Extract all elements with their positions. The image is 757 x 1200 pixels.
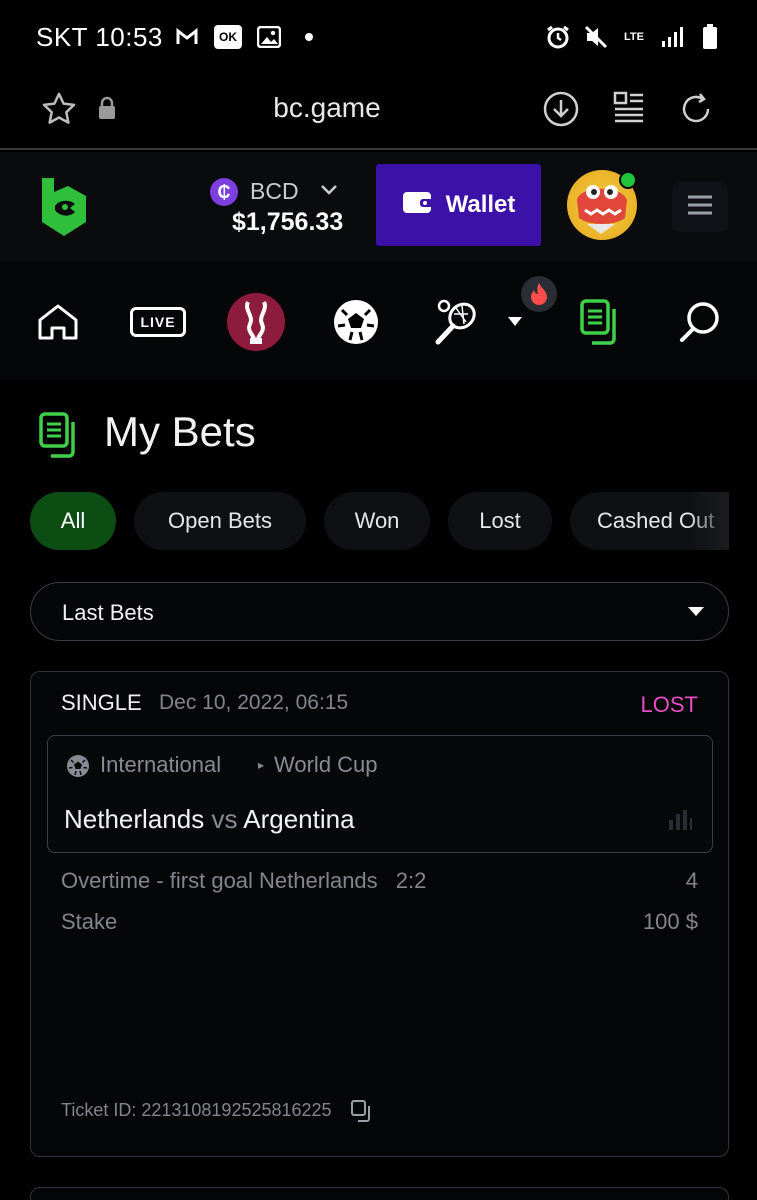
wallet-label: Wallet bbox=[445, 191, 516, 218]
competition-name: World Cup bbox=[274, 752, 378, 777]
live-icon[interactable]: LIVE bbox=[128, 292, 188, 352]
download-icon[interactable] bbox=[542, 90, 582, 130]
tabs-fade bbox=[689, 492, 729, 550]
selection-score: 2:2 bbox=[395, 868, 427, 893]
gallery-icon bbox=[256, 24, 282, 50]
currency-name: BCD bbox=[250, 178, 299, 204]
vs-label: vs bbox=[211, 804, 238, 834]
signal-icon bbox=[659, 24, 685, 50]
home-icon[interactable] bbox=[28, 292, 88, 352]
status-time: SKT 10:53 bbox=[36, 22, 163, 52]
bets-period-select[interactable]: Last Bets bbox=[30, 582, 729, 641]
gmail-icon bbox=[174, 24, 200, 50]
stake-label: Stake bbox=[61, 909, 118, 934]
bet-card[interactable]: SINGLE Dec 10, 2022, 06:15 LOST Internat… bbox=[30, 671, 729, 1157]
my-bets-title-icon bbox=[36, 410, 82, 460]
select-value: Last Bets bbox=[62, 600, 154, 625]
reload-icon[interactable] bbox=[678, 90, 718, 130]
wallet-icon bbox=[402, 189, 434, 222]
caret-down-icon bbox=[688, 607, 704, 616]
away-team: Argentina bbox=[243, 804, 355, 834]
bet-date: Dec 10, 2022, 06:15 bbox=[159, 691, 349, 714]
tab-open-bets[interactable]: Open Bets bbox=[134, 492, 306, 550]
soccer-icon[interactable] bbox=[326, 292, 386, 352]
bet-card-next[interactable] bbox=[30, 1187, 729, 1200]
chevron-right-icon: ▸ bbox=[258, 758, 265, 772]
my-bets-icon[interactable] bbox=[570, 292, 630, 352]
tennis-icon[interactable] bbox=[426, 292, 486, 352]
wallet-button[interactable]: Wallet bbox=[376, 164, 541, 246]
site-header: ₵ BCD $1,756.33 Wallet bbox=[0, 152, 757, 262]
lte-icon: LTE bbox=[624, 30, 644, 43]
live-label: LIVE bbox=[130, 307, 186, 337]
dot-icon bbox=[296, 24, 322, 50]
menu-icon bbox=[687, 194, 713, 221]
stake-value: 100 $ bbox=[642, 909, 698, 934]
soccer-ball-icon bbox=[66, 754, 90, 778]
stats-icon[interactable] bbox=[668, 810, 692, 830]
bet-filter-tabs: All Open Bets Won Lost Cashed Out bbox=[30, 492, 729, 552]
balance-amount: $1,756.33 bbox=[232, 208, 344, 236]
bet-odds: 4 bbox=[685, 868, 698, 893]
search-icon[interactable] bbox=[670, 292, 730, 352]
fire-icon bbox=[521, 276, 557, 312]
world-cup-icon[interactable] bbox=[226, 292, 286, 352]
selection-text: Overtime - first goal Netherlands bbox=[61, 868, 378, 893]
bet-type: SINGLE bbox=[61, 690, 142, 715]
match-teams: Netherlands vs Argentina bbox=[64, 804, 355, 835]
bc-logo-icon[interactable] bbox=[38, 176, 90, 238]
tab-won[interactable]: Won bbox=[324, 492, 430, 550]
mute-icon bbox=[583, 24, 609, 50]
event-box[interactable]: International ▸ World Cup Netherlands vs… bbox=[47, 735, 713, 853]
tab-lost[interactable]: Lost bbox=[448, 492, 552, 550]
battery-icon bbox=[697, 24, 723, 50]
page-title: My Bets bbox=[104, 408, 256, 455]
browser-url-bar: bc.game bbox=[0, 76, 757, 150]
online-indicator bbox=[619, 171, 637, 189]
currency-selector[interactable]: ₵ BCD $1,756.33 bbox=[208, 176, 358, 246]
alarm-icon bbox=[545, 24, 571, 50]
chevron-down-icon bbox=[320, 180, 338, 201]
status-bar: SKT 10:53 OK LTE bbox=[0, 0, 757, 76]
menu-button[interactable] bbox=[672, 182, 728, 232]
bet-status-badge: LOST bbox=[640, 692, 698, 717]
sport-nav: LIVE bbox=[0, 262, 757, 380]
home-team: Netherlands bbox=[64, 804, 205, 834]
copy-icon[interactable] bbox=[351, 1100, 373, 1122]
tab-all[interactable]: All bbox=[30, 492, 116, 550]
bcd-coin-icon: ₵ bbox=[210, 178, 238, 206]
reader-icon[interactable] bbox=[612, 90, 652, 130]
ok-icon: OK bbox=[214, 25, 242, 49]
bet-selection: Overtime - first goal Netherlands 2:2 bbox=[61, 868, 426, 894]
league-name: International bbox=[100, 752, 222, 777]
ticket-id: Ticket ID: 2213108192525816225 bbox=[61, 1100, 332, 1120]
